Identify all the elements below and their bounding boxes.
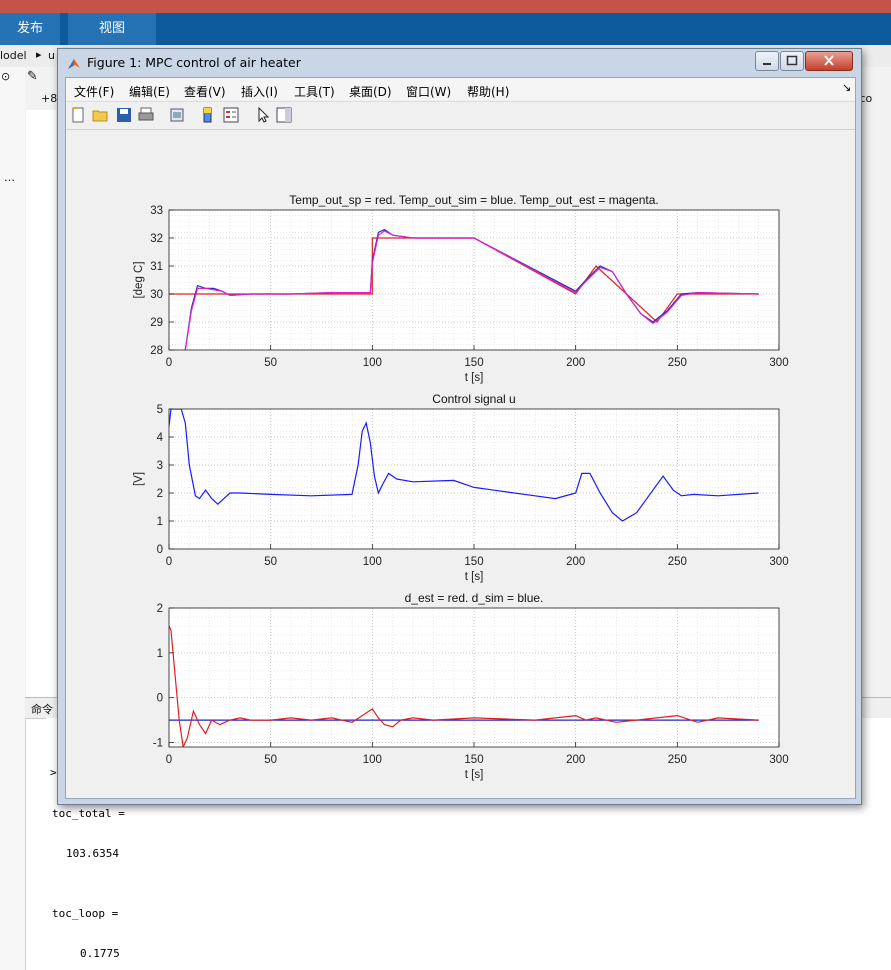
figure-plot-area[interactable]: 0 50 100 150 200 250 300282930313233Temp_out_s… bbox=[66, 130, 855, 798]
x-tick-label: 150 bbox=[464, 357, 483, 369]
figure-title: Figure 1: MPC control of air heater bbox=[87, 55, 301, 70]
pointer-icon[interactable] bbox=[255, 107, 271, 123]
figure-menubar: 文件(F) 编辑(E) 查看(V) 插入(I) 工具(T) 桌面(D) 窗口(W… bbox=[66, 78, 855, 100]
y-tick-label: 29 bbox=[150, 317, 163, 329]
prompt-symbol: > bbox=[50, 766, 57, 779]
chart-title-2: d_est = red. d_sim = blue. bbox=[405, 591, 544, 605]
editor-text[interactable] bbox=[26, 110, 56, 700]
y-tick-label: 1 bbox=[157, 516, 163, 528]
ribbon-tab-publish[interactable]: 发布 bbox=[0, 13, 60, 45]
figure-window: Figure 1: MPC control of air heater 文件(F… bbox=[57, 48, 862, 805]
y-tick-label: 31 bbox=[150, 261, 163, 273]
print-preview-icon[interactable] bbox=[169, 107, 185, 123]
x-tick-label: 300 bbox=[769, 754, 788, 766]
y-axis-label-1: [V] bbox=[133, 472, 145, 486]
breadcrumb-arrow-icon: ▸ bbox=[36, 48, 42, 61]
x-tick-label: 0 bbox=[166, 357, 172, 369]
y-tick-label: 0 bbox=[157, 544, 163, 556]
x-tick-label: 0 bbox=[166, 754, 172, 766]
minimize-icon bbox=[763, 63, 771, 65]
dock-arrow-icon[interactable]: ↘ bbox=[842, 81, 851, 94]
x-tick-label: 200 bbox=[566, 357, 585, 369]
x-tick-label: 250 bbox=[668, 357, 687, 369]
menu-insert[interactable]: 插入(I) bbox=[241, 83, 278, 100]
figure-toolbar bbox=[66, 101, 855, 130]
x-tick-label: 50 bbox=[264, 556, 277, 568]
figure-client-area: 文件(F) 编辑(E) 查看(V) 插入(I) 工具(T) 桌面(D) 窗口(W… bbox=[65, 77, 856, 799]
menu-window[interactable]: 窗口(W) bbox=[406, 83, 451, 100]
u-label: u bbox=[48, 49, 55, 62]
print-icon[interactable] bbox=[138, 107, 154, 123]
x-tick-label: 200 bbox=[566, 556, 585, 568]
x-tick-label: 250 bbox=[668, 754, 687, 766]
cmd-line-2: 103.6354 bbox=[66, 847, 119, 860]
edit-icon[interactable]: ✎ bbox=[27, 69, 38, 84]
menu-edit[interactable]: 编辑(E) bbox=[129, 83, 170, 100]
menu-help[interactable]: 帮助(H) bbox=[467, 83, 509, 100]
y-tick-label: 0 bbox=[157, 693, 163, 705]
y-tick-label: 33 bbox=[150, 205, 163, 217]
app-title-bar bbox=[0, 0, 891, 13]
x-axis-label-0: t [s] bbox=[465, 372, 484, 384]
x-tick-label: 250 bbox=[668, 556, 687, 568]
cmd-line-4: 0.1775 bbox=[80, 947, 120, 960]
x-tick-label: 0 bbox=[166, 556, 172, 568]
x-tick-label: 300 bbox=[769, 556, 788, 568]
property-icon[interactable] bbox=[276, 107, 292, 123]
close-icon bbox=[824, 55, 834, 66]
cmd-line-3: toc_loop = bbox=[52, 907, 119, 920]
y-tick-label: 30 bbox=[150, 289, 163, 301]
legend-icon[interactable] bbox=[223, 107, 239, 123]
x-tick-label: 200 bbox=[566, 754, 585, 766]
x-tick-label: 50 bbox=[264, 357, 277, 369]
y-tick-label: 1 bbox=[157, 648, 163, 660]
x-tick-label: 300 bbox=[769, 357, 788, 369]
x-tick-label: 100 bbox=[363, 357, 382, 369]
x-axis-label-1: t [s] bbox=[465, 571, 484, 583]
menu-view[interactable]: 查看(V) bbox=[184, 83, 226, 100]
x-axis-label-2: t [s] bbox=[465, 769, 484, 781]
new-file-icon[interactable] bbox=[70, 107, 86, 123]
y-tick-label: -1 bbox=[153, 738, 163, 750]
plus-label: +8 bbox=[41, 92, 58, 105]
ribbon-tab-view[interactable]: 视图 bbox=[68, 13, 156, 45]
y-tick-label: 3 bbox=[157, 460, 163, 472]
menu-desktop[interactable]: 桌面(D) bbox=[349, 83, 392, 100]
minimize-button[interactable] bbox=[755, 51, 779, 71]
ribbon-tabs: 发布 视图 bbox=[0, 13, 891, 45]
y-tick-label: 2 bbox=[157, 603, 163, 615]
y-tick-label: 4 bbox=[157, 432, 164, 444]
save-icon[interactable] bbox=[116, 107, 132, 123]
maximize-icon bbox=[786, 55, 798, 66]
y-tick-label: 32 bbox=[150, 233, 163, 245]
chart-title-1: Control signal u bbox=[432, 392, 515, 406]
open-folder-icon[interactable] bbox=[92, 107, 108, 123]
x-tick-label: 150 bbox=[464, 556, 483, 568]
menu-file[interactable]: 文件(F) bbox=[74, 83, 114, 100]
model-label: lodel bbox=[0, 49, 27, 62]
chart-title-0: Temp_out_sp = red. Temp_out_sim = blue. … bbox=[289, 193, 658, 207]
x-tick-label: 50 bbox=[264, 754, 277, 766]
cmd-line-1: toc_total = bbox=[52, 807, 125, 820]
y-tick-label: 28 bbox=[150, 345, 163, 357]
maximize-button[interactable] bbox=[780, 51, 804, 71]
menu-tools[interactable]: 工具(T) bbox=[294, 83, 335, 100]
command-window-label: 命令 bbox=[31, 703, 53, 716]
left-panel: ⊙ … bbox=[0, 67, 26, 970]
x-tick-label: 100 bbox=[363, 754, 382, 766]
y-tick-label: 5 bbox=[157, 404, 163, 416]
chevron-down-icon[interactable]: ⊙ bbox=[1, 70, 10, 83]
matlab-logo-icon bbox=[68, 59, 80, 69]
x-tick-label: 100 bbox=[363, 556, 382, 568]
close-button[interactable] bbox=[805, 51, 853, 71]
ellipsis-label: … bbox=[4, 171, 15, 184]
y-tick-label: 2 bbox=[157, 488, 163, 500]
colorbar-icon[interactable] bbox=[200, 107, 216, 123]
x-tick-label: 150 bbox=[464, 754, 483, 766]
y-axis-label-0: [deg C] bbox=[133, 261, 145, 298]
